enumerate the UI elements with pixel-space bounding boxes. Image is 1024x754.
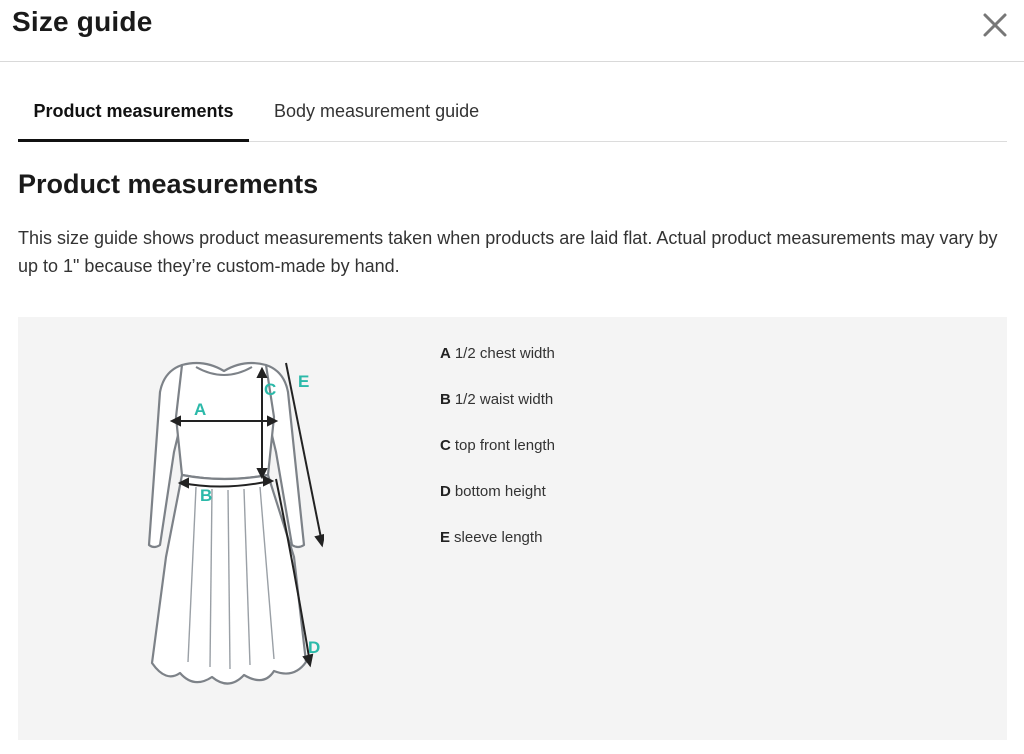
legend-item-e: Esleeve length	[440, 529, 555, 575]
tab-bar: Product measurements Body measurement gu…	[18, 82, 1007, 142]
legend-text: sleeve length	[454, 529, 543, 546]
dress-outline	[147, 361, 308, 685]
size-guide-description: This size guide shows product measuremen…	[18, 228, 998, 276]
letter-c: C	[264, 380, 276, 399]
section-heading: Product measurements	[18, 169, 319, 199]
close-button[interactable]	[980, 10, 1010, 40]
letter-d: D	[308, 638, 320, 657]
legend-text: 1/2 waist width	[454, 391, 554, 408]
modal-header: Size guide	[0, 0, 1024, 62]
letter-a: A	[194, 400, 206, 419]
tab-body-measurement-guide[interactable]: Body measurement guide	[274, 82, 479, 141]
legend-letter: C	[440, 437, 451, 454]
legend-item-c: Ctop front length	[440, 437, 555, 483]
measurement-legend: A 1/2 chest width B 1/2 waist width Ctop f…	[440, 345, 555, 575]
legend-item-b: B 1/2 waist width	[440, 391, 555, 437]
legend-text: bottom height	[454, 483, 546, 500]
tab-product-measurements[interactable]: Product measurements	[18, 82, 249, 142]
legend-letter: D	[440, 483, 451, 500]
measurement-panel: A B C D E A 1/2 chest width B 1/2 waist wi…	[18, 317, 1007, 740]
legend-letter: B	[440, 391, 451, 408]
legend-letter: E	[440, 529, 451, 546]
legend-item-a: A 1/2 chest width	[440, 345, 555, 391]
legend-text: top front length	[454, 437, 555, 454]
letter-b: B	[200, 486, 212, 505]
letter-e: E	[298, 372, 309, 391]
close-icon	[983, 13, 1007, 37]
legend-item-d: Dbottom height	[440, 483, 555, 529]
dress-illustration: A B C D E	[147, 361, 324, 685]
legend-text: 1/2 chest width	[454, 345, 555, 362]
modal-title: Size guide	[12, 6, 153, 37]
legend-letter: A	[440, 345, 451, 362]
size-guide-modal: Size guide Product measurements Body mea…	[0, 0, 1024, 754]
